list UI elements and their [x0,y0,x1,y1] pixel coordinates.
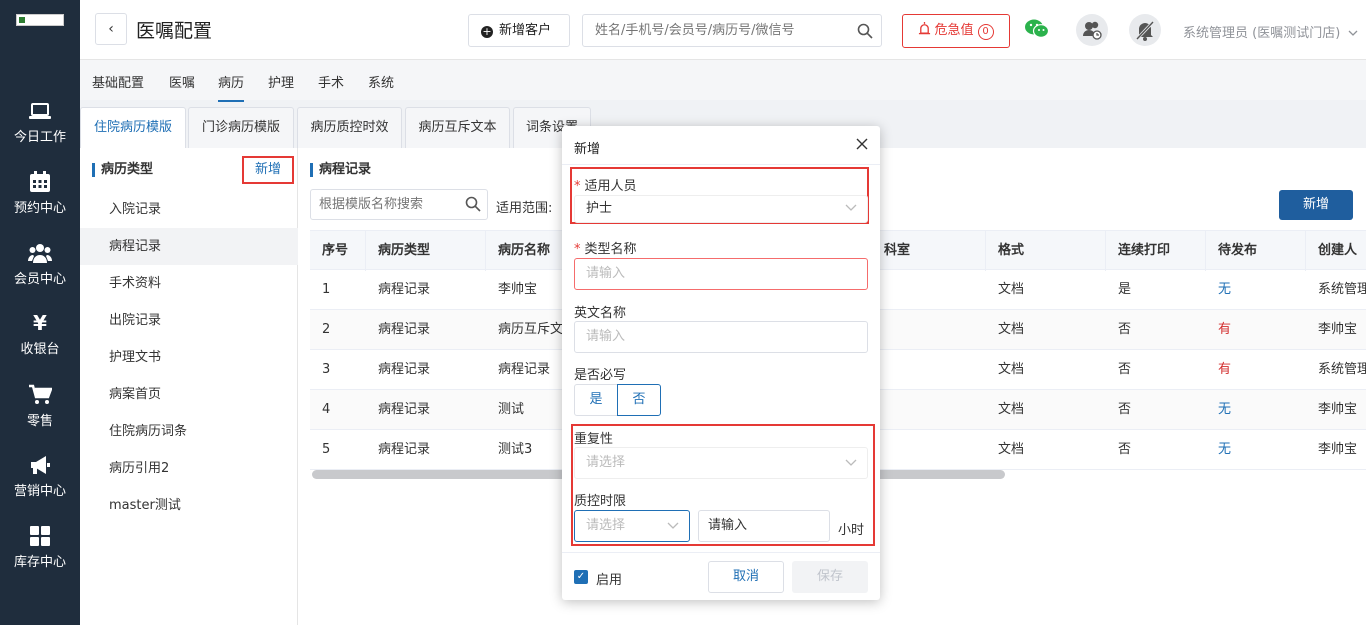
enable-label: 启用 [596,573,623,588]
dialog-title: 新增 [574,142,601,157]
user-menu[interactable]: 系统管理员 (医嘱测试门店) [1183,22,1358,41]
add-dialog: 新增 * 适用人员 护士 * 类型名称 请输入 英文名称 请输入 是否必写 是否 重… [562,126,880,600]
add-record-type-button[interactable]: 新增 [242,156,294,184]
nav-surgery[interactable]: 手术 [318,72,344,91]
megaphone-icon [31,456,50,474]
tab-qc-timeliness[interactable]: 病历质控时效 [297,107,402,148]
new-customer-button[interactable]: + 新增客户 [468,14,570,47]
col-creator: 创建人 [1318,243,1358,258]
plus-circle-icon: + [481,25,493,38]
svg-text:¥: ¥ [33,312,47,334]
scope-label: 适用范围: [496,201,553,216]
search-icon[interactable] [465,196,481,212]
search-icon[interactable] [857,23,873,39]
yen-icon: ¥ [33,312,47,334]
nav-orders[interactable]: 医嘱 [169,72,195,91]
group-clock-icon [1083,21,1102,40]
type-name-label: * 类型名称 [574,242,637,257]
save-button[interactable]: 保存 [792,561,868,593]
record-type-item[interactable]: 住院病历词条 [80,413,298,450]
tab-inpatient-template[interactable]: 住院病历模版 [80,107,186,148]
record-type-item[interactable]: 手术资料 [80,265,298,302]
sidebar-item-marketing[interactable]: 营销中心 [0,446,80,516]
critical-value-button[interactable]: 危急值 0 [902,14,1010,48]
close-icon[interactable] [856,138,868,150]
template-search[interactable] [310,189,488,220]
qc-unit: 小时 [838,523,865,538]
cart-icon [29,384,52,404]
chevron-down-icon [1348,30,1358,36]
tab-outpatient-template[interactable]: 门诊病历模版 [188,107,294,148]
enable-checkbox[interactable]: ✓ [574,570,588,584]
laptop-icon [29,103,51,119]
english-name-input[interactable]: 请输入 [574,321,868,353]
record-type-item[interactable]: 病案首页 [80,376,298,413]
chevron-down-icon [667,522,679,529]
col-continuous-print: 连续打印 [1106,231,1206,271]
page-title: 医嘱配置 [136,20,213,42]
required-yes-button[interactable]: 是 [574,384,618,416]
repeat-label: 重复性 [574,432,614,447]
global-search[interactable] [582,14,882,47]
qc-limit-label: 质控时限 [574,494,627,509]
col-pending: 待发布 [1206,231,1306,271]
record-type-panel: 病历类型 新增 入院记录 病程记录 手术资料 出院记录 护理文书 病案首页 住院… [80,148,298,625]
record-type-item[interactable]: 出院记录 [80,302,298,339]
calendar-icon [30,171,50,192]
alarm-icon [919,22,931,35]
tab-mutex-text[interactable]: 病历互斥文本 [405,107,510,148]
nav-basic-config[interactable]: 基础配置 [92,72,144,91]
cancel-button[interactable]: 取消 [708,561,784,593]
nav-nursing[interactable]: 护理 [268,72,294,91]
col-format: 格式 [986,231,1106,271]
record-type-item[interactable]: master测试 [80,487,298,524]
qc-limit-input[interactable]: 请输入 [698,510,830,542]
sidebar-item-inventory[interactable]: 库存中心 [0,517,80,587]
module-nav: 基础配置 医嘱 病历 护理 手术 系统 [80,60,1366,102]
dialog-divider [562,164,880,165]
template-list-title: 病程记录 [310,163,371,177]
english-name-label: 英文名称 [574,306,627,321]
sidebar-item-members[interactable]: 会员中心 [0,234,80,304]
record-type-title: 病历类型 [92,163,153,177]
sidebar: 今日工作 预约中心 会员中心 ¥ 收银台 零售 营销中心 库存中心 [0,0,80,625]
users-icon [28,244,52,263]
critical-count-badge: 0 [977,24,994,40]
wechat-icon[interactable] [1024,18,1050,40]
back-button[interactable]: ‹ [95,13,127,45]
sidebar-item-retail[interactable]: 零售 [0,376,80,446]
top-bar: ‹ 医嘱配置 +新增客户 危急值0 系统管理员 (医嘱测试门店) [80,0,1366,60]
col-type: 病历类型 [366,231,486,271]
nav-system[interactable]: 系统 [368,72,394,91]
col-no: 序号 [310,231,366,271]
record-type-item[interactable]: 病程记录 [80,228,298,265]
qc-limit-select[interactable]: 请选择 [574,510,690,542]
required-no-button[interactable]: 否 [617,384,661,416]
required-label: 是否必写 [574,368,627,383]
grid-icon [30,526,50,546]
record-type-item[interactable]: 入院记录 [80,191,298,228]
add-template-button[interactable]: 新增 [1279,190,1353,220]
chevron-down-icon [845,204,857,211]
chevron-down-icon [845,459,857,466]
record-type-item[interactable]: 护理文书 [80,339,298,376]
sidebar-item-today[interactable]: 今日工作 [0,92,80,162]
notification-button[interactable] [1129,14,1161,46]
record-type-item[interactable]: 病历引用2 [80,450,298,487]
nav-medical-record[interactable]: 病历 [218,72,245,102]
repeat-select[interactable]: 请选择 [574,447,868,479]
logo [16,14,64,26]
required-toggle: 是否 [574,384,661,416]
dialog-divider [562,552,880,553]
bell-off-icon [1135,20,1155,41]
applicable-label: * 适用人员 [574,179,637,194]
global-search-input[interactable] [583,15,843,46]
applicable-select[interactable]: 护士 [574,195,868,223]
contacts-button[interactable] [1076,14,1108,46]
sidebar-item-appointments[interactable]: 预约中心 [0,163,80,233]
template-search-input[interactable] [311,190,461,219]
sidebar-item-cashier[interactable]: ¥ 收银台 [0,304,80,374]
col-dept: 科室 [872,231,986,271]
type-name-input[interactable]: 请输入 [574,258,868,290]
